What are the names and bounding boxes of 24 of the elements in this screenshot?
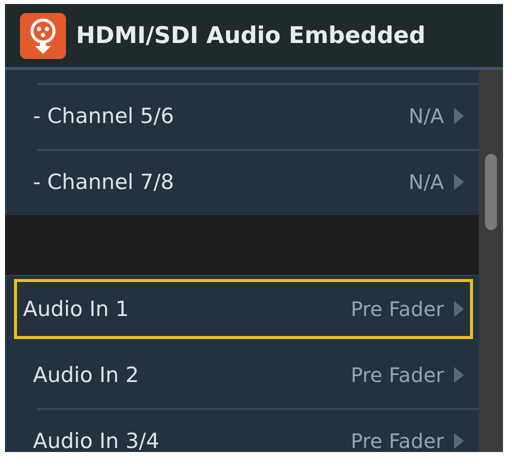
chevron-right-icon	[454, 301, 464, 317]
audio-embed-icon	[20, 12, 66, 58]
chevron-right-icon	[454, 367, 464, 383]
row-label: Audio In 1	[23, 297, 130, 321]
row-value: Pre Fader	[350, 429, 444, 452]
window-title: HDMI/SDI Audio Embedded	[76, 22, 426, 48]
menu-row[interactable]: - Channel 5/6 N/A	[22, 86, 473, 146]
row-value: Pre Fader	[350, 363, 444, 387]
row-value: Pre Fader	[350, 297, 444, 321]
row-value: N/A	[408, 170, 444, 194]
chevron-right-icon	[454, 433, 464, 449]
menu-row[interactable]: Audio In 2 Pre Fader	[22, 345, 473, 405]
row-label: Audio In 2	[33, 363, 140, 387]
chevron-right-icon	[454, 174, 464, 190]
menu-row[interactable]: Audio In 1 Pre Fader	[14, 279, 473, 339]
row-label: - Channel 5/6	[33, 104, 175, 128]
row-label: Audio In 3/4	[33, 429, 160, 452]
row-value: N/A	[408, 104, 444, 128]
scrollbar[interactable]	[479, 70, 503, 452]
scrollbar-thumb[interactable]	[485, 154, 497, 230]
row-label: - Channel 7/8	[33, 170, 175, 194]
menu-row[interactable]: - Channel 7/8 N/A	[22, 152, 473, 212]
chevron-right-icon	[454, 108, 464, 124]
menu-row[interactable]: Audio In 3/4 Pre Fader	[22, 411, 473, 452]
